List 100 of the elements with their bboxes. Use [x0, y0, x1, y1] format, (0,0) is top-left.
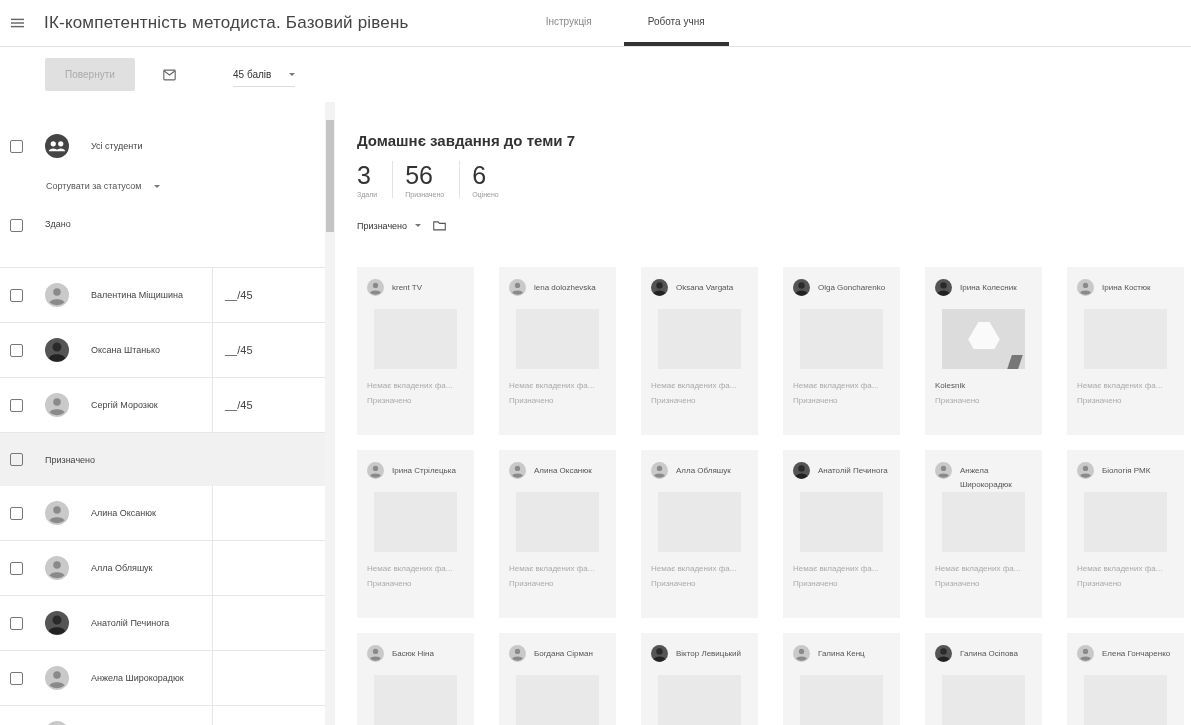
attachment-text: Немає вкладених фа...	[367, 564, 454, 573]
student-name[interactable]: Анжела Широкорадюк	[91, 673, 184, 683]
student-card[interactable]: Басюк Ніна	[357, 633, 474, 725]
student-name: Анжела Широкорадюк	[960, 465, 1013, 491]
attachment-text: Немає вкладених фа...	[1077, 564, 1164, 573]
status-text: Призначено	[793, 396, 839, 405]
status-text: Призначено	[935, 396, 981, 405]
student-name: krent TV	[392, 282, 423, 294]
student-card[interactable]: krent TV Немає вкладених фа... Призначено	[357, 267, 474, 435]
checkbox[interactable]	[10, 398, 23, 412]
student-card[interactable]: Oksana Vargata Немає вкладених фа... Призначено	[641, 267, 758, 435]
student-name: Богдана Сірман	[534, 648, 593, 660]
student-name: Анатолій Печинога	[818, 465, 888, 477]
status-text: Призначено	[935, 579, 981, 588]
checkbox[interactable]	[10, 616, 23, 630]
student-card[interactable]: Olga Goncharenko Немає вкладених фа... Призначено	[783, 267, 900, 435]
checkbox[interactable]	[10, 343, 23, 357]
status-filter[interactable]: Призначено	[357, 220, 422, 231]
status-text: Призначено	[1077, 396, 1123, 405]
caret-icon	[153, 184, 160, 188]
student-card[interactable]: Галина Кенц	[783, 633, 900, 725]
attachment-text: Немає вкладених фа...	[509, 564, 596, 573]
student-name: Алина Оксанюк	[534, 465, 592, 477]
attachment-text: Немає вкладених фа...	[1077, 381, 1164, 390]
status-text: Призначено	[509, 579, 555, 588]
attachment-text: Немає вкладених фа...	[793, 381, 880, 390]
tab[interactable]: Інструкція	[521, 0, 616, 46]
assignment-title: Домашнє завдання до теми 7	[357, 132, 576, 149]
student-card[interactable]: Ірина Стрілецька Немає вкладених фа... Призначено	[357, 450, 474, 618]
student-name: Галина Осіпова	[960, 648, 1018, 660]
student-name[interactable]: Сергій Морозюк	[91, 400, 158, 410]
status-text: Призначено	[367, 396, 413, 405]
drive-icon	[968, 322, 1000, 349]
status-text: Призначено	[509, 396, 555, 405]
status-text: Призначено	[651, 579, 697, 588]
student-card[interactable]: Анатолій Печинога Немає вкладених фа... Призначено	[783, 450, 900, 618]
attachment-text: Немає вкладених фа...	[651, 564, 738, 573]
student-name[interactable]: Анатолій Печинога	[91, 618, 170, 628]
page-corner-icon	[1007, 355, 1023, 369]
caret-icon	[289, 72, 295, 76]
student-name: Алла Обляшук	[676, 465, 731, 477]
student-card[interactable]: lena dolozhevska Немає вкладених фа... Призначено	[499, 267, 616, 435]
student-card[interactable]: Анжела Широкорадюк Немає вкладених фа... Призначено	[925, 450, 1042, 618]
student-card[interactable]: Алина Оксанюк Немає вкладених фа... Призначено	[499, 450, 616, 618]
student-name: Басюк Ніна	[392, 648, 434, 660]
checkbox[interactable]	[10, 139, 23, 153]
attachment-text: Немає вкладених фа...	[367, 381, 454, 390]
menu-icon[interactable]	[11, 18, 24, 28]
tab[interactable]: Робота учня	[623, 0, 729, 46]
attachment-text: Немає вкладених фа...	[509, 381, 596, 390]
status-text: Призначено	[793, 579, 839, 588]
attachment-text: Kolesnik	[935, 381, 967, 390]
stat-value: 3	[357, 161, 372, 189]
checkbox[interactable]	[10, 453, 23, 466]
student-card[interactable]: Алла Обляшук Немає вкладених фа... Призначено	[641, 450, 758, 618]
student-name: Ірина Колесник	[960, 282, 1017, 294]
stat-value: 56	[405, 161, 434, 189]
grade-text[interactable]: __/45	[225, 344, 253, 356]
group-icon	[45, 134, 69, 158]
student-name: Біологія РМК	[1102, 465, 1151, 477]
student-card[interactable]: Біологія РМК Немає вкладених фа... Призначено	[1067, 450, 1184, 618]
status-text: Призначено	[367, 579, 413, 588]
mail-icon[interactable]	[163, 68, 176, 81]
student-name: Olga Goncharenko	[818, 282, 886, 294]
student-card[interactable]: Ірина Костюк Немає вкладених фа... Призначено	[1067, 267, 1184, 435]
scrollbar[interactable]	[325, 102, 335, 725]
grade-text[interactable]: __/45	[225, 289, 253, 301]
student-name: Oksana Vargata	[676, 282, 734, 294]
student-name[interactable]: Валентина Міщишина	[91, 290, 183, 300]
course-title: ІК-компетентність методиста. Базовий рівень	[44, 13, 409, 33]
sort-dropdown[interactable]: Сортувати за статусом	[46, 181, 160, 191]
caret-icon	[415, 224, 422, 227]
student-card[interactable]: Ірина Колесник Kolesnik Призначено	[925, 267, 1042, 435]
student-card[interactable]: Галина Осіпова	[925, 633, 1042, 725]
student-name: lena dolozhevska	[534, 282, 596, 294]
student-name: Елена Гончаренко	[1102, 648, 1171, 660]
points-select[interactable]: 45 балів	[233, 62, 295, 87]
checkbox[interactable]	[10, 671, 23, 685]
status-text: Призначено	[1077, 579, 1123, 588]
attachment-text: Немає вкладених фа...	[935, 564, 1022, 573]
student-name[interactable]: Алина Оксанюк	[91, 508, 156, 518]
student-name: Ірина Стрілецька	[392, 465, 456, 477]
checkbox[interactable]	[10, 561, 23, 575]
student-card[interactable]: Віктор Левицький	[641, 633, 758, 725]
stat-value: 6	[472, 161, 488, 189]
checkbox[interactable]	[10, 219, 23, 232]
grade-text[interactable]: __/45	[225, 399, 253, 411]
student-name[interactable]: Алла Обляшук	[91, 563, 153, 573]
student-name: Галина Кенц	[818, 648, 865, 660]
status-text: Призначено	[651, 396, 697, 405]
student-name[interactable]: Оксана Штанько	[91, 345, 160, 355]
folder-icon[interactable]	[433, 220, 447, 231]
student-card[interactable]: Богдана Сірман	[499, 633, 616, 725]
group-header[interactable]: Призначено	[0, 433, 325, 486]
checkbox[interactable]	[10, 506, 23, 520]
student-name: Віктор Левицький	[676, 648, 741, 660]
checkbox[interactable]	[10, 288, 23, 302]
attachment-text: Немає вкладених фа...	[793, 564, 880, 573]
student-name: Ірина Костюк	[1102, 282, 1151, 294]
student-card[interactable]: Елена Гончаренко	[1067, 633, 1184, 725]
